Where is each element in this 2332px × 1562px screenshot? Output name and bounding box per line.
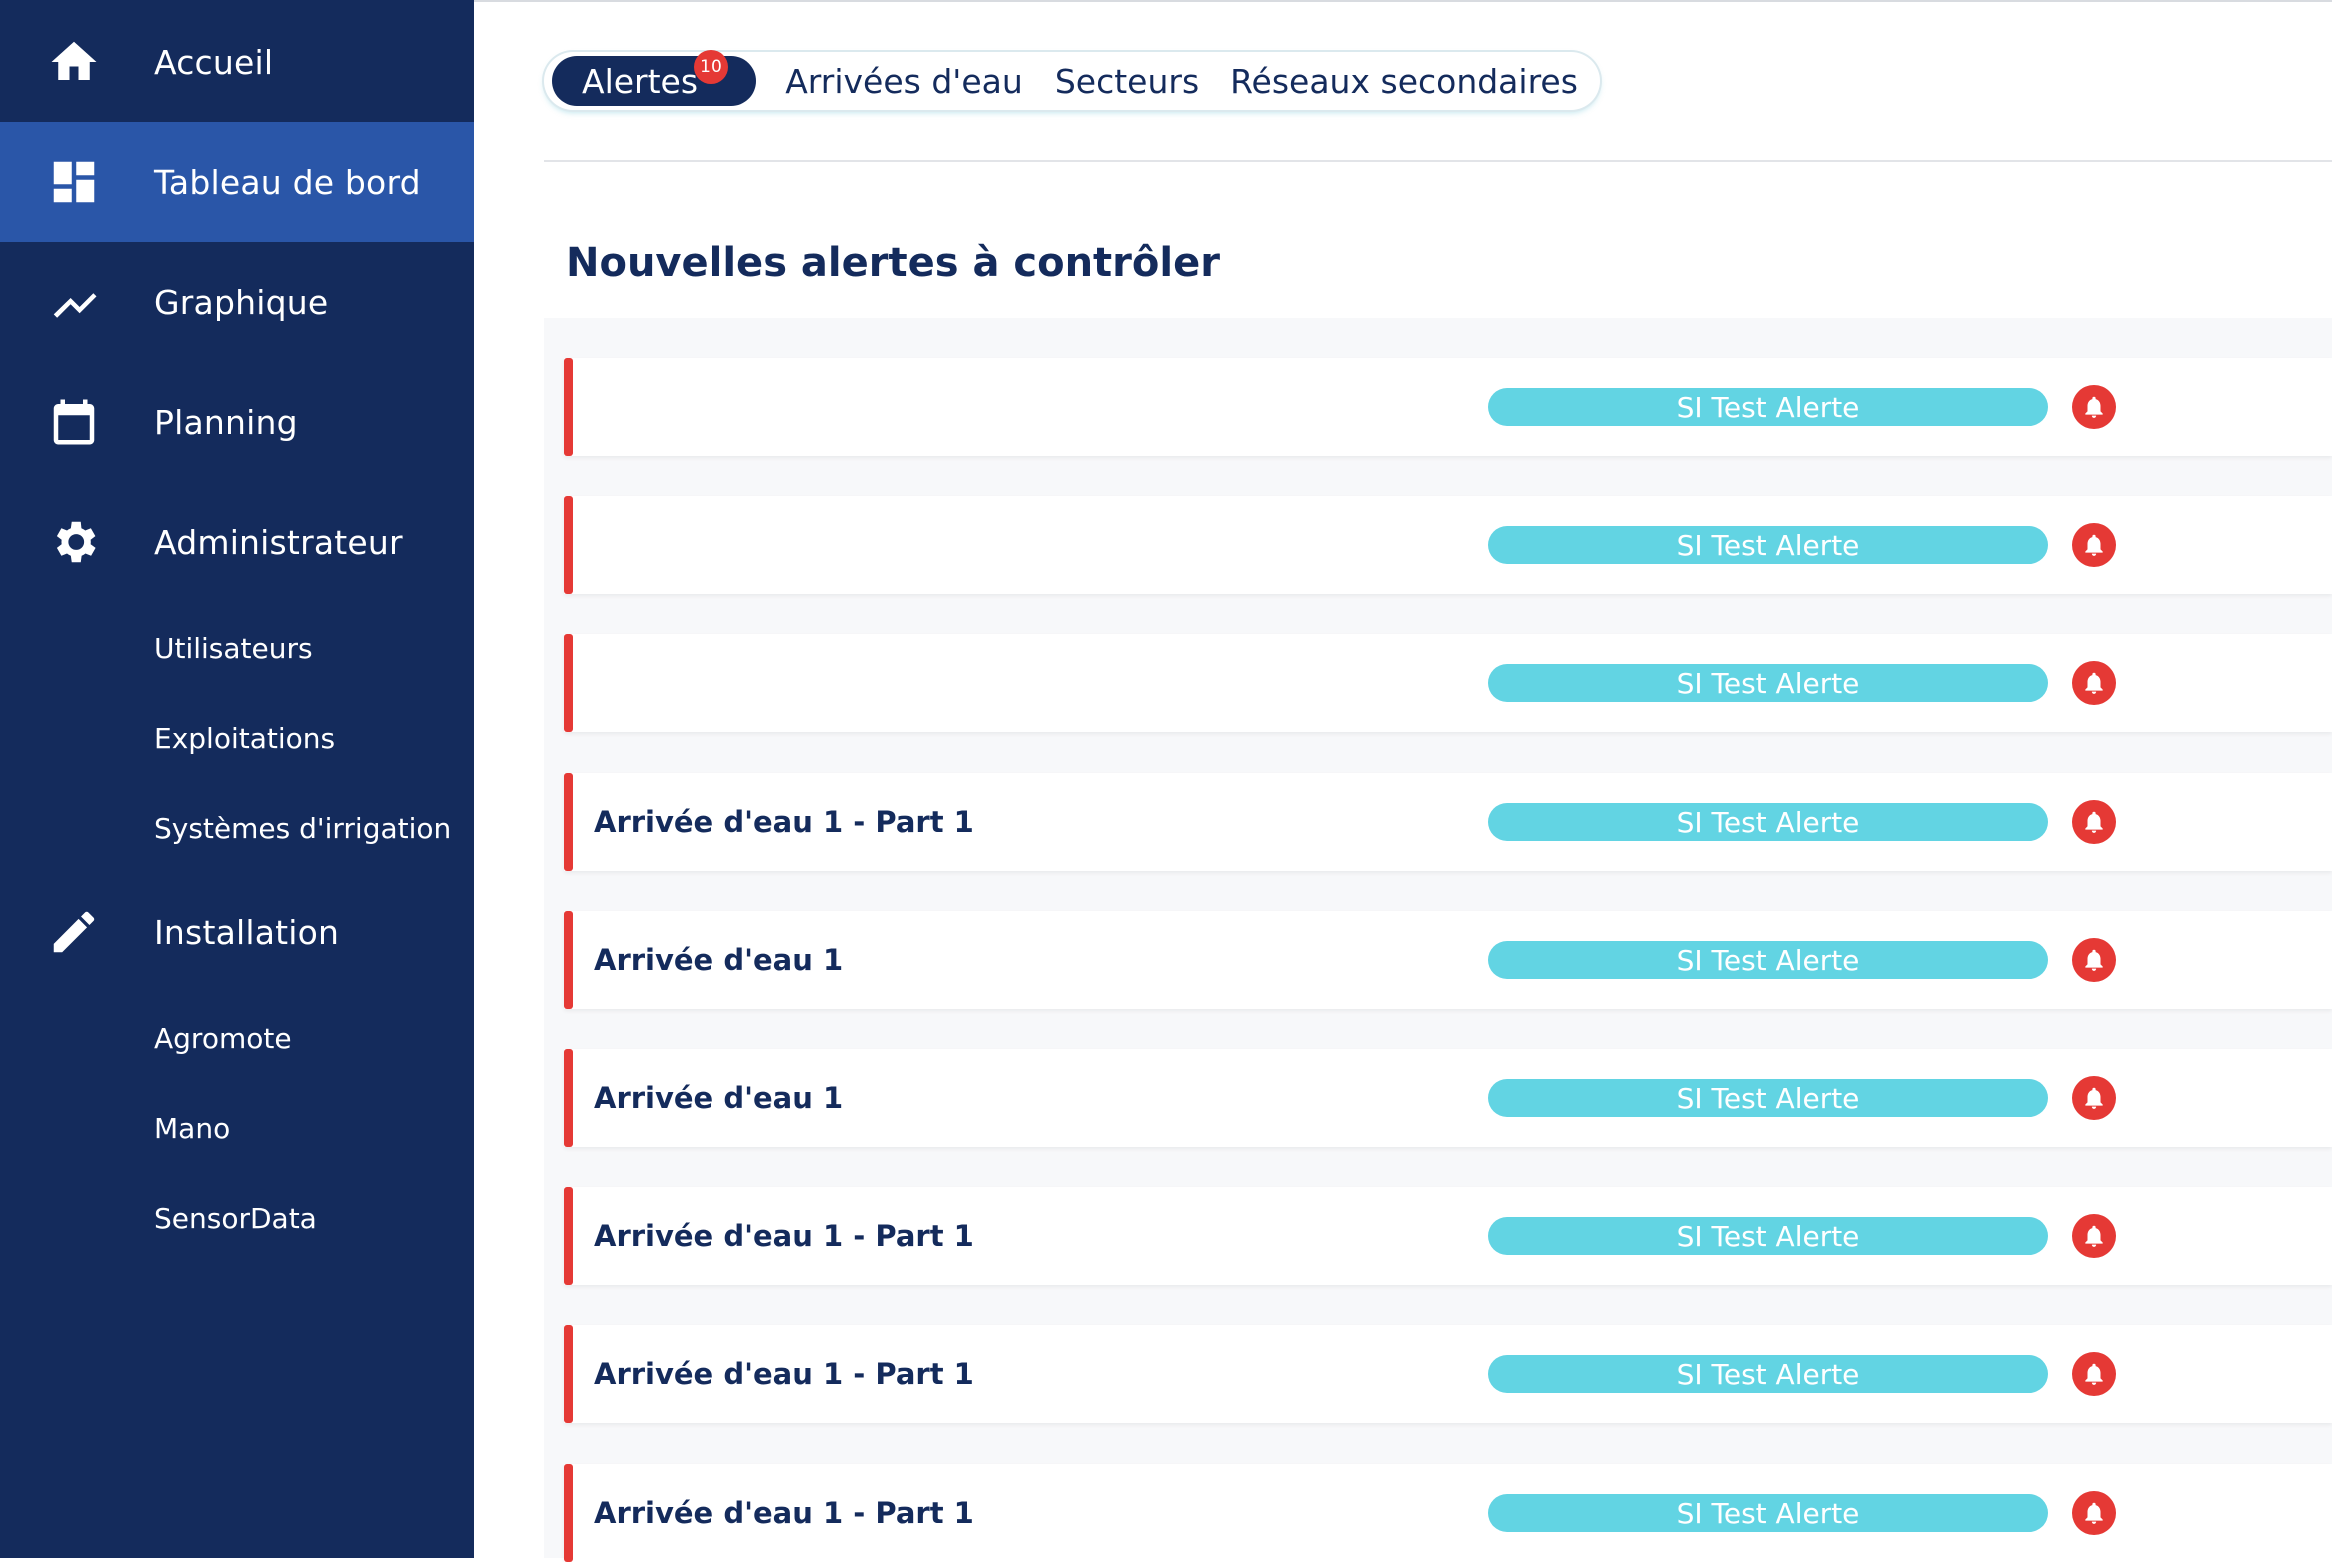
alert-name: Arrivée d'eau 1 - Part 1	[594, 805, 974, 839]
nav-subitem-label: Exploitations	[154, 721, 336, 755]
bell-icon[interactable]	[2072, 385, 2116, 429]
calendar-icon	[46, 394, 102, 450]
nav-item-label: Installation	[154, 912, 340, 952]
alert-tag: SI Test Alerte	[1488, 941, 2048, 979]
alert-count-badge: 10	[694, 50, 728, 84]
alert-name: Arrivée d'eau 1	[594, 1081, 844, 1115]
nav-subitem-systemes-irrigation[interactable]: Systèmes d'irrigation	[0, 788, 474, 868]
alert-tag: SI Test Alerte	[1488, 1217, 2048, 1255]
nav-item-installation[interactable]: Installation	[0, 872, 474, 992]
bell-icon[interactable]	[2072, 523, 2116, 567]
alert-row[interactable]: SI Test Alerte	[564, 358, 2332, 456]
nav-subitem-label: Mano	[154, 1111, 231, 1145]
alert-row[interactable]: Arrivée d'eau 1 - Part 1 SI Test Alerte	[564, 1325, 2332, 1423]
nav-item-administrateur[interactable]: Administrateur	[0, 482, 474, 602]
bell-icon[interactable]	[2072, 1214, 2116, 1258]
alert-status-bar	[564, 1464, 573, 1562]
alert-status-bar	[564, 1187, 573, 1285]
tab-label: Secteurs	[1054, 61, 1200, 101]
bell-icon[interactable]	[2072, 800, 2116, 844]
alert-row[interactable]: Arrivée d'eau 1 SI Test Alerte	[564, 1049, 2332, 1147]
tab-alertes[interactable]: Alertes 10	[552, 50, 756, 106]
nav-item-label: Planning	[154, 402, 298, 442]
alert-row[interactable]: Arrivée d'eau 1 - Part 1 SI Test Alerte	[564, 1464, 2332, 1562]
nav-subitem-mano[interactable]: Mano	[0, 1088, 474, 1168]
nav-item-accueil[interactable]: Accueil	[0, 2, 474, 122]
alert-row[interactable]: Arrivée d'eau 1 SI Test Alerte	[564, 911, 2332, 1009]
trending-up-icon	[46, 274, 102, 330]
section-title: Nouvelles alertes à contrôler	[566, 240, 1220, 286]
alert-row[interactable]: Arrivée d'eau 1 - Part 1 SI Test Alerte	[564, 1187, 2332, 1285]
bell-icon[interactable]	[2072, 1076, 2116, 1120]
alert-tag: SI Test Alerte	[1488, 388, 2048, 426]
alert-row[interactable]: SI Test Alerte	[564, 496, 2332, 594]
dashboard-icon	[46, 154, 102, 210]
alert-tag: SI Test Alerte	[1488, 1494, 2048, 1532]
alert-status-bar	[564, 1325, 573, 1423]
alert-name: Arrivée d'eau 1 - Part 1	[594, 1496, 974, 1530]
nav-subitem-utilisateurs[interactable]: Utilisateurs	[0, 608, 474, 688]
alert-status-bar	[564, 1049, 573, 1147]
nav-subitem-agromote[interactable]: Agromote	[0, 998, 474, 1078]
alert-row[interactable]: SI Test Alerte	[564, 634, 2332, 732]
nav-item-tableau-de-bord[interactable]: Tableau de bord	[0, 122, 474, 242]
tab-arrivees-eau[interactable]: Arrivées d'eau	[784, 56, 1024, 106]
nav-subitem-exploitations[interactable]: Exploitations	[0, 698, 474, 778]
bell-icon[interactable]	[2072, 1491, 2116, 1535]
alert-status-bar	[564, 496, 573, 594]
alert-status-bar	[564, 773, 573, 871]
divider	[544, 160, 2332, 162]
alert-name: Arrivée d'eau 1 - Part 1	[594, 1219, 974, 1253]
nav-item-label: Tableau de bord	[154, 162, 421, 202]
alert-tag: SI Test Alerte	[1488, 1355, 2048, 1393]
alert-tag: SI Test Alerte	[1488, 526, 2048, 564]
nav-subitem-sensordata[interactable]: SensorData	[0, 1178, 474, 1258]
alert-name: Arrivée d'eau 1	[594, 943, 844, 977]
tab-bar: Alertes 10 Arrivées d'eau Secteurs Résea…	[544, 50, 1600, 110]
top-border	[474, 0, 2332, 2]
bell-icon[interactable]	[2072, 938, 2116, 982]
alert-status-bar	[564, 911, 573, 1009]
tab-secteurs[interactable]: Secteurs	[1052, 56, 1202, 106]
alert-status-bar	[564, 358, 573, 456]
gear-icon	[46, 514, 102, 570]
alert-row[interactable]: Arrivée d'eau 1 - Part 1 SI Test Alerte	[564, 773, 2332, 871]
alert-name: Arrivée d'eau 1 - Part 1	[594, 1357, 974, 1391]
bell-icon[interactable]	[2072, 1352, 2116, 1396]
nav-item-label: Accueil	[154, 42, 274, 82]
nav-subitem-label: Systèmes d'irrigation	[154, 811, 452, 845]
sidebar: Accueil Tableau de bord Graphique Planni…	[0, 0, 474, 1558]
nav-subitem-label: Agromote	[154, 1021, 292, 1055]
main-content: Alertes 10 Arrivées d'eau Secteurs Résea…	[474, 0, 2332, 1562]
nav-item-planning[interactable]: Planning	[0, 362, 474, 482]
nav-item-label: Administrateur	[154, 522, 403, 562]
tab-reseaux-secondaires[interactable]: Réseaux secondaires	[1230, 56, 1578, 106]
tab-label: Alertes	[582, 61, 699, 101]
nav-item-graphique[interactable]: Graphique	[0, 242, 474, 362]
tab-label: Arrivées d'eau	[785, 61, 1023, 101]
alert-tag: SI Test Alerte	[1488, 664, 2048, 702]
bell-icon[interactable]	[2072, 661, 2116, 705]
alert-tag: SI Test Alerte	[1488, 803, 2048, 841]
alert-status-bar	[564, 634, 573, 732]
nav-subitem-label: SensorData	[154, 1201, 317, 1235]
pencil-icon	[46, 904, 102, 960]
nav-subitem-label: Utilisateurs	[154, 631, 313, 665]
home-icon	[46, 34, 102, 90]
tab-label: Réseaux secondaires	[1230, 61, 1578, 101]
alert-tag: SI Test Alerte	[1488, 1079, 2048, 1117]
nav-item-label: Graphique	[154, 282, 329, 322]
